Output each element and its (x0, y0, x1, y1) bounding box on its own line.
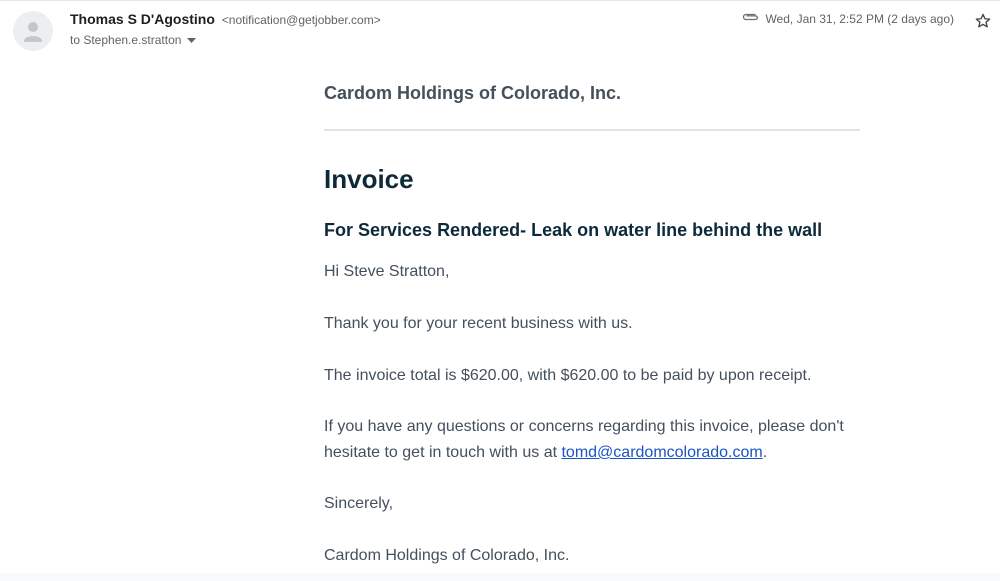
services-heading: For Services Rendered- Leak on water lin… (324, 220, 823, 240)
star-icon[interactable] (974, 12, 992, 30)
email-message: Thomas S D'Agostino <notification@getjob… (0, 0, 1000, 573)
sender-name[interactable]: Thomas S D'Agostino (70, 11, 215, 27)
questions-end: . (762, 444, 768, 461)
company-name: Cardom Holdings of Colorado, Inc. (324, 83, 621, 103)
greeting-text: Hi Steve Stratton, (324, 263, 450, 280)
closing-text: Sincerely, (324, 495, 394, 512)
invoice-title: Invoice (324, 164, 414, 194)
signoff-text: Cardom Holdings of Colorado, Inc. (324, 547, 570, 564)
sender-email: <notification@getjobber.com> (221, 13, 381, 27)
invoice-total-text: The invoice total is $620.00, with $620.… (324, 367, 812, 384)
message-meta: Wed, Jan 31, 2:52 PM (2 days ago) (741, 11, 954, 26)
recipients-toggle[interactable]: to Stephen.e.stratton (70, 32, 197, 47)
contact-email-link[interactable]: tomd@cardomcolorado.com (561, 444, 762, 461)
recipient-label: to Stephen.e.stratton (70, 32, 182, 47)
sender-line: Thomas S D'Agostino <notification@getjob… (70, 11, 381, 27)
caret-down-icon[interactable] (187, 33, 197, 47)
thanks-text: Thank you for your recent business with … (324, 315, 633, 332)
message-timestamp: Wed, Jan 31, 2:52 PM (2 days ago) (765, 11, 954, 26)
sender-avatar[interactable] (13, 11, 53, 51)
paperclip-icon (741, 11, 759, 26)
questions-paragraph: If you have any questions or concerns re… (324, 414, 860, 466)
divider (324, 129, 860, 131)
